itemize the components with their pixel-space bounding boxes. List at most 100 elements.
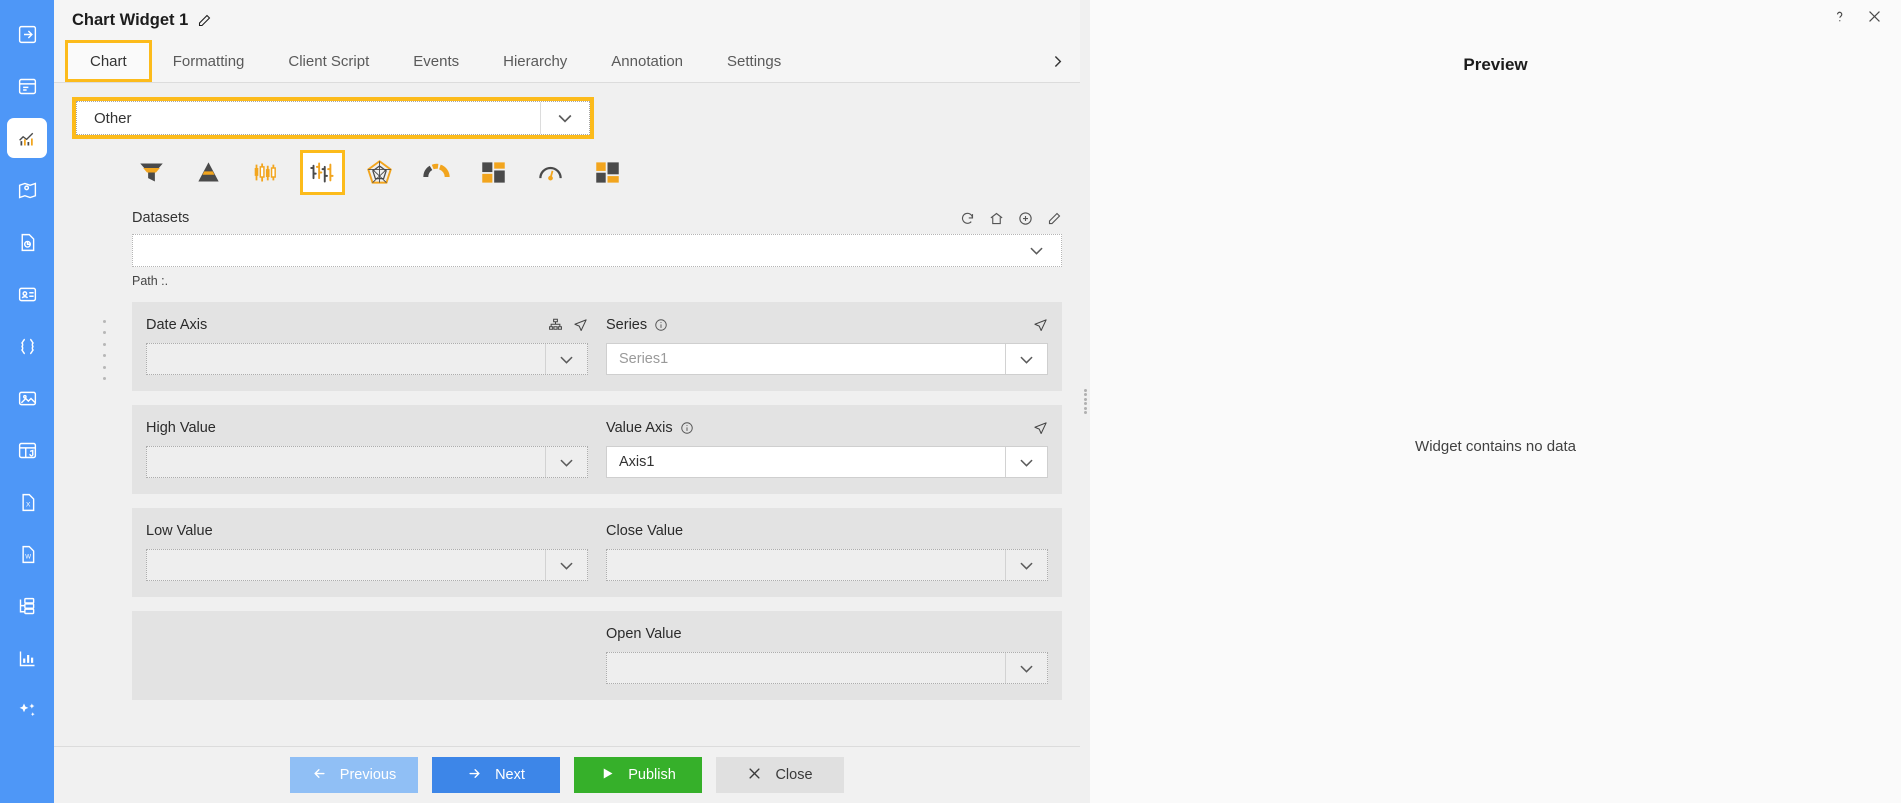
chevron-down-icon[interactable] <box>1016 235 1056 266</box>
chevron-down-icon[interactable] <box>546 344 587 374</box>
low-value-label: Low Value <box>146 523 213 539</box>
field-tools <box>1033 421 1048 436</box>
svg-text:W: W <box>25 553 31 560</box>
field-label-row: Open Value <box>606 623 1048 645</box>
chevron-down-icon[interactable] <box>546 447 587 477</box>
info-icon[interactable] <box>680 421 694 435</box>
high-value-axis-group: High Value Value Axis Axis1 <box>132 405 1062 494</box>
low-value-input[interactable] <box>146 549 588 581</box>
field-date-axis: Date Axis <box>146 314 588 375</box>
info-icon[interactable] <box>654 318 668 332</box>
tilemap-chart-icon[interactable] <box>588 153 627 192</box>
field-low-value: Low Value <box>146 520 588 581</box>
pencil-edit-icon[interactable] <box>197 13 212 28</box>
open-value-input[interactable] <box>606 652 1048 684</box>
sidebar-item-dashboard[interactable] <box>7 66 47 106</box>
sidebar-item-chart[interactable] <box>7 118 47 158</box>
arrow-left-icon <box>312 766 327 785</box>
low-close-value-group: Low Value Close Value <box>132 508 1062 597</box>
date-axis-input[interactable] <box>146 343 588 375</box>
sidebar-item-card[interactable] <box>7 274 47 314</box>
table-icon <box>17 440 38 461</box>
panel-splitter[interactable] <box>1080 0 1090 803</box>
publish-button[interactable]: Publish <box>574 757 702 793</box>
value-axis-input[interactable]: Axis1 <box>606 446 1048 478</box>
previous-button[interactable]: Previous <box>290 757 418 793</box>
chevron-down-icon[interactable] <box>1006 447 1047 477</box>
contact-card-icon <box>17 284 38 305</box>
preview-panel: Preview Widget contains no data <box>1090 0 1901 803</box>
home-icon[interactable] <box>989 211 1004 226</box>
date-axis-label: Date Axis <box>146 317 208 333</box>
radar-chart-icon[interactable] <box>360 153 399 192</box>
next-button[interactable]: Next <box>432 757 560 793</box>
tab-settings[interactable]: Settings <box>705 40 803 82</box>
dataset-path-label: Path :. <box>132 274 169 288</box>
ohlc-chart-icon[interactable] <box>300 150 345 195</box>
sidebar-item-image[interactable] <box>7 378 47 418</box>
hierarchy-icon[interactable] <box>548 318 563 333</box>
treemap-chart-icon[interactable] <box>474 153 513 192</box>
tab-events[interactable]: Events <box>391 40 481 82</box>
sidebar-item-table[interactable] <box>7 430 47 470</box>
candlestick-chart-icon[interactable] <box>246 153 285 192</box>
datasets-header: Datasets <box>132 208 1062 228</box>
sidebar-item-json[interactable] <box>7 326 47 366</box>
editor-footer: Previous Next Publish Close <box>54 746 1080 803</box>
sidebar-item-login[interactable] <box>7 14 47 54</box>
sidebar-item-tree[interactable] <box>7 586 47 626</box>
chevron-down-icon[interactable] <box>1006 653 1047 683</box>
chevron-down-icon[interactable] <box>546 550 587 580</box>
chevron-down-icon[interactable] <box>1006 344 1047 374</box>
dashboard-icon <box>17 76 38 97</box>
sidebar-item-ai[interactable] <box>7 690 47 730</box>
funnel-chart-icon[interactable] <box>132 153 171 192</box>
help-question-icon[interactable] <box>1831 8 1848 25</box>
sidebar-item-report[interactable] <box>7 222 47 262</box>
chart-category-select[interactable]: Other <box>76 101 590 135</box>
high-value-input[interactable] <box>146 446 588 478</box>
speedometer-chart-icon[interactable] <box>531 153 570 192</box>
field-high-value: High Value <box>146 417 588 478</box>
close-button-label: Close <box>775 767 813 783</box>
sidebar-item-excel[interactable]: X <box>7 482 47 522</box>
left-nav-rail: X W <box>0 0 54 803</box>
close-x-icon <box>747 766 762 785</box>
series-input[interactable]: Series1 <box>606 343 1048 375</box>
editor-tabs: Chart Formatting Client Script Events Hierar… <box>54 40 1080 83</box>
send-icon[interactable] <box>1033 318 1048 333</box>
open-value-label: Open Value <box>606 626 682 642</box>
bar-chart-icon <box>17 648 38 669</box>
tabs-next-chevron-right-icon[interactable] <box>1049 40 1066 82</box>
datasets-input[interactable] <box>132 234 1062 267</box>
chart-category-select-highlight: Other <box>72 97 594 139</box>
refresh-icon[interactable] <box>960 211 975 226</box>
close-value-input[interactable] <box>606 549 1048 581</box>
edit-square-icon[interactable] <box>1047 211 1062 226</box>
editor-body: Other Datasets Path:. Date Axis Series … <box>54 83 1080 746</box>
add-circle-icon[interactable] <box>1018 211 1033 226</box>
sidebar-item-analytics[interactable] <box>7 638 47 678</box>
next-button-label: Next <box>495 767 525 783</box>
tab-chart[interactable]: Chart <box>65 40 152 82</box>
close-button[interactable]: Close <box>716 757 844 793</box>
field-value-axis: Value Axis Axis1 <box>606 417 1048 478</box>
close-x-icon[interactable] <box>1866 8 1883 25</box>
date-axis-series-group: Date Axis Series Series1 <box>132 302 1062 391</box>
pyramid-chart-icon[interactable] <box>189 153 228 192</box>
tab-formatting[interactable]: Formatting <box>151 40 267 82</box>
send-icon[interactable] <box>1033 421 1048 436</box>
chevron-down-icon[interactable] <box>541 102 589 134</box>
chevron-down-icon[interactable] <box>1006 550 1047 580</box>
series-label: Series <box>606 317 648 333</box>
braces-icon <box>17 336 38 357</box>
sidebar-item-map[interactable] <box>7 170 47 210</box>
gauge-arc-chart-icon[interactable] <box>417 153 456 192</box>
field-open-value: Open Value <box>606 623 1048 684</box>
tab-client-script[interactable]: Client Script <box>266 40 391 82</box>
tab-hierarchy[interactable]: Hierarchy <box>481 40 589 82</box>
tab-annotation[interactable]: Annotation <box>589 40 705 82</box>
sidebar-item-word[interactable]: W <box>7 534 47 574</box>
send-icon[interactable] <box>573 318 588 333</box>
open-value-group: Open Value <box>132 611 1062 700</box>
